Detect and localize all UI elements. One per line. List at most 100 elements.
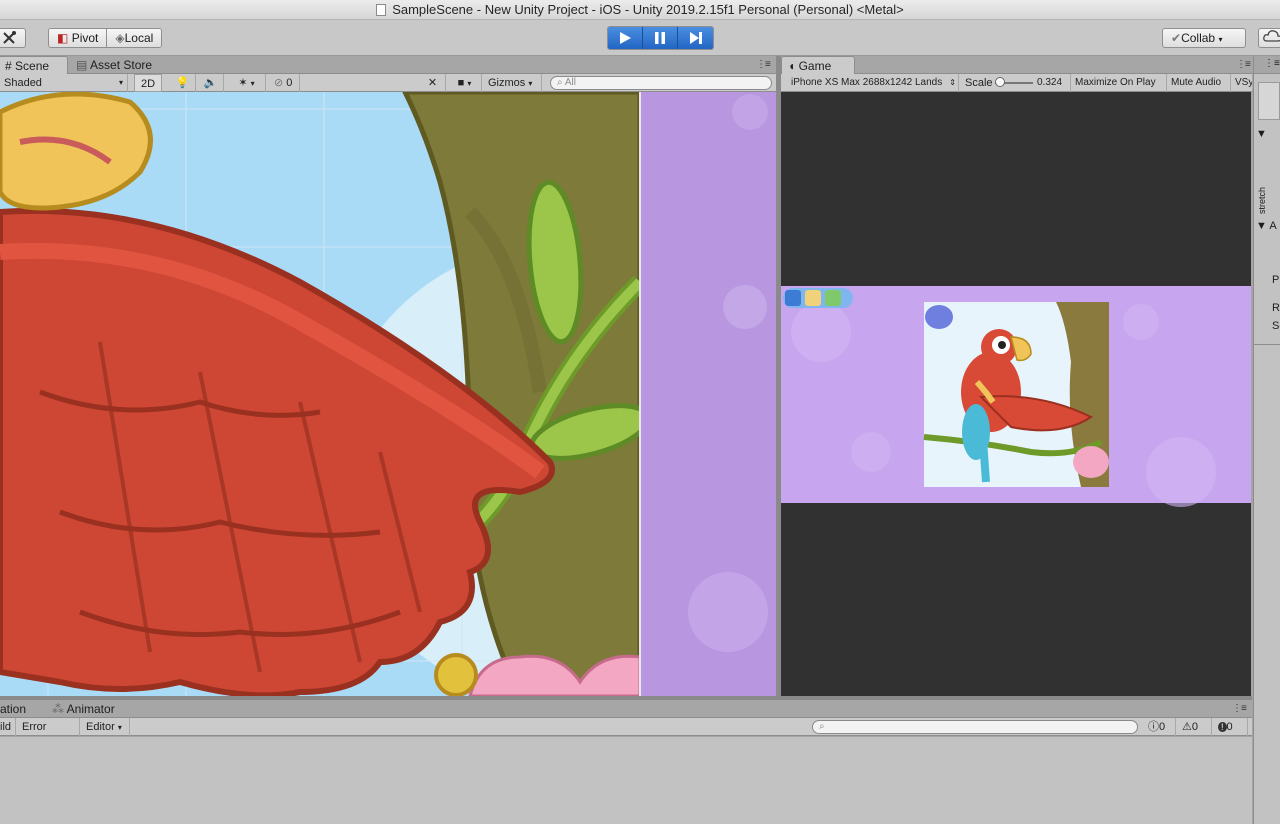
local-button[interactable]: ◈Local bbox=[107, 29, 162, 47]
error-pause-toggle[interactable]: Error Pause bbox=[18, 718, 80, 751]
wrench-icon: ✕ bbox=[427, 77, 438, 89]
vsync-toggle[interactable]: VSy bbox=[1231, 74, 1253, 92]
speaker-icon: 🔈 bbox=[203, 77, 218, 89]
pause-button[interactable] bbox=[643, 27, 678, 49]
pause-icon bbox=[655, 32, 665, 44]
2d-toggle[interactable]: 2D bbox=[134, 74, 162, 92]
magnifier-icon bbox=[805, 290, 821, 306]
foldout-arrow-icon[interactable]: ▼ bbox=[1256, 128, 1267, 140]
gizmos-dropdown[interactable]: Gizmos ▾ bbox=[484, 74, 542, 92]
scene-canvas bbox=[0, 92, 776, 696]
tools-toggle[interactable]: ✕ bbox=[420, 74, 446, 92]
error-icon: ! bbox=[1218, 722, 1227, 732]
scene-toolbar: Shaded ▾ 2D 💡 🔈 ✶ ▾ ⊘ 0 ✕ ■ ▾ Gizmos ▾ ⌕ … bbox=[0, 74, 776, 92]
editor-label: Editor bbox=[86, 721, 115, 733]
scene-viewport[interactable] bbox=[0, 92, 776, 696]
tab-game[interactable]: ◖ Game bbox=[781, 56, 855, 74]
maximize-label: Maximize On Play bbox=[1075, 77, 1156, 88]
play-icon bbox=[620, 32, 631, 44]
error-count: 0 bbox=[1226, 721, 1233, 733]
tab-animation[interactable]: ation bbox=[0, 700, 48, 718]
scene-search-input[interactable]: ⌕ All bbox=[550, 76, 772, 90]
tab-game-label: Game bbox=[798, 59, 832, 73]
game-viewport[interactable] bbox=[781, 92, 1251, 696]
scale-value: 0.324 bbox=[1037, 77, 1063, 88]
tab-scene[interactable]: # Scene bbox=[0, 56, 68, 74]
lighting-toggle[interactable]: 💡 bbox=[170, 74, 196, 92]
window-title: SampleScene - New Unity Project - iOS - … bbox=[392, 2, 904, 17]
chevron-down-icon: ▾ bbox=[1218, 35, 1223, 44]
cloud-button[interactable] bbox=[1258, 28, 1280, 48]
audio-toggle[interactable]: 🔈 bbox=[198, 74, 224, 92]
tools-button[interactable] bbox=[0, 28, 26, 48]
check-icon: ✔ bbox=[1171, 31, 1182, 45]
collab-button[interactable]: ✔Collab ▾ bbox=[1162, 28, 1246, 48]
scene-search-placeholder: All bbox=[564, 77, 576, 88]
hidden-objects-toggle[interactable]: ⊘ 0 bbox=[270, 74, 300, 92]
scale-slider-thumb[interactable] bbox=[995, 77, 1005, 87]
hidden-count: 0 bbox=[286, 77, 293, 89]
scene-tab-bar: # Scene ▤ Asset Store ⋮≡ bbox=[0, 56, 776, 74]
play-button[interactable] bbox=[608, 27, 643, 49]
console-search-input[interactable]: ⌕ bbox=[812, 720, 1138, 734]
lightbulb-icon: 💡 bbox=[175, 77, 190, 89]
object-icon bbox=[1258, 82, 1280, 120]
tab-animator-label: Animator bbox=[66, 702, 115, 716]
effects-dropdown[interactable]: ✶ ▾ bbox=[228, 74, 266, 92]
resolution-dropdown[interactable]: iPhone XS Max 2688x1242 Lands ⇕ bbox=[787, 74, 959, 92]
warning-count: 0 bbox=[1191, 721, 1198, 733]
game-panel-menu-icon[interactable]: ⋮≡ bbox=[1236, 59, 1251, 70]
build-label: ild bbox=[0, 721, 12, 733]
pivot-button[interactable]: ◧ Pivot bbox=[49, 29, 108, 47]
tab-asset-store[interactable]: ▤ Asset Store bbox=[70, 56, 170, 74]
tab-scene-label: Scene bbox=[15, 59, 50, 73]
local-label: Local bbox=[124, 31, 154, 45]
tab-animator[interactable]: ⁂ Animator bbox=[46, 700, 126, 718]
settings-icon bbox=[825, 290, 841, 306]
animator-icon: ⁂ bbox=[52, 702, 64, 716]
chevron-down-icon: ▾ bbox=[250, 79, 255, 88]
chevron-updown-icon: ⇕ bbox=[949, 78, 956, 87]
editor-dropdown[interactable]: Editor ▾ bbox=[82, 718, 130, 736]
2d-label: 2D bbox=[140, 78, 156, 90]
tools-icon bbox=[3, 31, 16, 44]
inspector-menu-icon[interactable]: ⋮≡ bbox=[1264, 58, 1280, 69]
maximize-on-play-toggle[interactable]: Maximize On Play bbox=[1071, 74, 1167, 92]
console-toolbar: ild Error Pause Editor ▾ ⌕ ⓘ0 ⚠0 !0 bbox=[0, 718, 1252, 751]
error-count-toggle[interactable]: ! 0 bbox=[1214, 718, 1248, 736]
warning-count-toggle[interactable]: ⚠0 bbox=[1178, 718, 1212, 736]
stretch-label: stretch bbox=[1257, 186, 1267, 214]
game-canvas bbox=[781, 286, 1251, 507]
field-label-pi: Pi bbox=[1272, 274, 1280, 286]
window-title-bar: SampleScene - New Unity Project - iOS - … bbox=[0, 0, 1280, 20]
step-button[interactable] bbox=[678, 27, 713, 49]
foldout-arrow-icon: ▼ bbox=[1256, 220, 1267, 232]
log-count: 0 bbox=[1159, 721, 1166, 733]
shading-mode-label: Shaded bbox=[4, 77, 42, 89]
component-foldout[interactable]: ▼ A bbox=[1256, 220, 1277, 232]
shading-dropdown[interactable]: Shaded ▾ bbox=[0, 74, 128, 92]
back-arrow-icon bbox=[785, 290, 801, 306]
grid-icon: # bbox=[5, 59, 12, 73]
game-toolbar: iPhone XS Max 2688x1242 Lands ⇕ Scale 0.3… bbox=[781, 74, 1253, 92]
tab-asset-store-label: Asset Store bbox=[90, 58, 153, 72]
bottom-panel-menu-icon[interactable]: ⋮≡ bbox=[1232, 703, 1247, 714]
log-count-toggle[interactable]: ⓘ0 bbox=[1144, 718, 1176, 736]
mute-audio-toggle[interactable]: Mute Audio bbox=[1167, 74, 1231, 92]
vsync-label: VSy bbox=[1235, 77, 1253, 88]
build-toggle[interactable]: ild bbox=[0, 718, 16, 736]
console-log-area[interactable] bbox=[0, 737, 1252, 824]
chevron-down-icon: ▾ bbox=[528, 79, 533, 88]
warning-icon: ⚠ bbox=[1182, 721, 1192, 733]
scale-label: Scale bbox=[965, 77, 993, 89]
camera-dropdown[interactable]: ■ ▾ bbox=[448, 74, 482, 92]
inspector-divider bbox=[1254, 344, 1280, 345]
search-icon: ⌕ bbox=[557, 77, 563, 88]
inspector-panel: ⋮≡ ▼ stretch ▼ A Pi Re Se bbox=[1253, 56, 1280, 824]
cloud-icon bbox=[1263, 30, 1280, 42]
inspector-tab-bar: ⋮≡ bbox=[1254, 56, 1280, 74]
panel-menu-icon[interactable]: ⋮≡ bbox=[756, 59, 771, 70]
pivot-local-group: ◧ Pivot ◈Local bbox=[48, 28, 163, 48]
camera-icon: ■ bbox=[457, 77, 465, 89]
step-icon bbox=[689, 32, 702, 44]
